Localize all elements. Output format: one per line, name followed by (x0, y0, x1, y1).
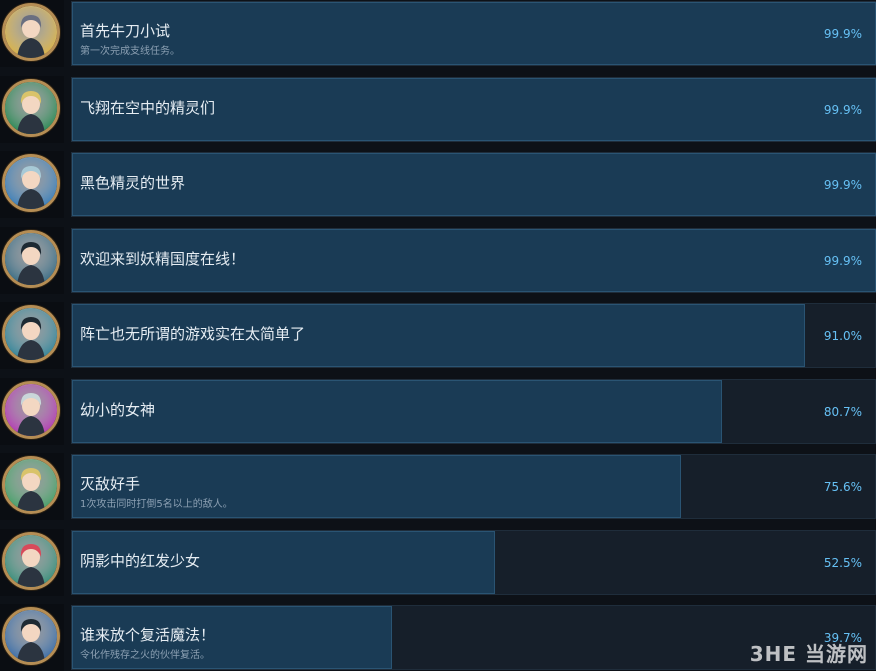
achievement-character-icon (2, 154, 60, 212)
achievement-unlock-percent: 75.6% (823, 480, 862, 494)
achievement-unlock-percent: 80.7% (823, 405, 862, 419)
achievement-row[interactable]: 首先牛刀小试第一次完成支线任务。 99.9% (0, 0, 876, 67)
achievement-icon-frame (0, 378, 64, 445)
achievement-icon-frame (0, 227, 64, 294)
achievement-progress-track: 幼小的女神 80.7% (71, 379, 876, 444)
achievement-unlock-percent: 91.0% (823, 329, 862, 343)
achievement-progress-track: 欢迎来到妖精国度在线！ 99.9% (71, 228, 876, 293)
achievement-icon-frame (0, 151, 64, 218)
achievement-progress-track: 飞翔在空中的精灵们 99.9% (71, 77, 876, 142)
achievement-title: 欢迎来到妖精国度在线！ (80, 250, 246, 268)
achievement-character-icon (2, 456, 60, 514)
achievement-unlock-percent: 99.9% (823, 254, 862, 268)
achievement-unlock-percent: 99.9% (823, 178, 862, 192)
achievement-character-icon (2, 79, 60, 137)
achievement-character-icon (2, 305, 60, 363)
achievement-progress-track: 阴影中的红发少女 52.5% (71, 530, 876, 595)
achievement-icon-frame (0, 604, 64, 671)
achievement-icon-frame (0, 453, 64, 520)
achievement-description: 令化作残存之火的伙伴复活。 (80, 650, 210, 661)
site-watermark: 3HE 当游网 (749, 642, 868, 666)
achievement-row[interactable]: 阵亡也无所谓的游戏实在太简单了 91.0% (0, 302, 876, 369)
achievement-title: 黑色精灵的世界 (80, 174, 186, 192)
achievement-description: 第一次完成支线任务。 (80, 46, 180, 57)
achievement-title: 谁来放个复活魔法！ (80, 626, 216, 644)
achievement-row[interactable]: 阴影中的红发少女 52.5% (0, 529, 876, 596)
achievement-character-icon (2, 381, 60, 439)
achievement-icon-frame (0, 302, 64, 369)
achievement-title: 灭敌好手 (80, 475, 141, 493)
achievement-list: 首先牛刀小试 第一次完成支线任务。 99.9% 飞翔在空中的精灵们 99.9% 黑色精灵的… (0, 0, 876, 671)
achievement-row[interactable]: 飞翔在空中的精灵们 99.9% (0, 76, 876, 143)
achievement-row[interactable]: 黑色精灵的世界 99.9% (0, 151, 876, 218)
achievement-progress-track: 黑色精灵的世界 99.9% (71, 152, 876, 217)
achievement-row[interactable]: 灭敌好手 1次攻击同时打倒5名以上的敌人。 75.6% (0, 453, 876, 520)
achievement-progress-fill (72, 380, 722, 443)
achievement-character-icon (2, 230, 60, 288)
achievement-title: 飞翔在空中的精灵们 (80, 99, 216, 117)
achievement-character-icon (2, 532, 60, 590)
achievement-title: 首先牛刀小试 (80, 22, 171, 40)
achievement-progress-fill (72, 2, 876, 65)
achievement-unlock-percent: 52.5% (823, 556, 862, 570)
achievement-description: 1次攻击同时打倒5名以上的敌人。 (80, 499, 233, 510)
achievement-unlock-percent: 99.9% (823, 103, 862, 117)
achievement-progress-fill (72, 153, 876, 216)
achievement-icon-frame (0, 76, 64, 143)
achievement-title: 阴影中的红发少女 (80, 552, 201, 570)
achievement-progress-track: 阵亡也无所谓的游戏实在太简单了 91.0% (71, 303, 876, 368)
achievement-progress-track: 首先牛刀小试第一次完成支线任务。 99.9% (71, 1, 876, 66)
achievement-unlock-percent: 99.9% (823, 27, 862, 41)
achievement-title: 幼小的女神 (80, 401, 156, 419)
achievement-icon-frame (0, 529, 64, 596)
achievement-icon-frame (0, 0, 64, 67)
achievement-row[interactable]: 谁来放个复活魔法！ 令化作残存之火的伙伴复活。 39.7% (0, 604, 876, 671)
achievement-character-icon (2, 3, 60, 61)
achievement-character-icon (2, 607, 60, 665)
achievement-row[interactable]: 欢迎来到妖精国度在线！ 99.9% (0, 227, 876, 294)
achievement-progress-track: 灭敌好手 1次攻击同时打倒5名以上的敌人。 75.6% (71, 454, 876, 519)
achievement-title: 阵亡也无所谓的游戏实在太简单了 (80, 325, 306, 343)
achievement-row[interactable]: 幼小的女神 80.7% (0, 378, 876, 445)
